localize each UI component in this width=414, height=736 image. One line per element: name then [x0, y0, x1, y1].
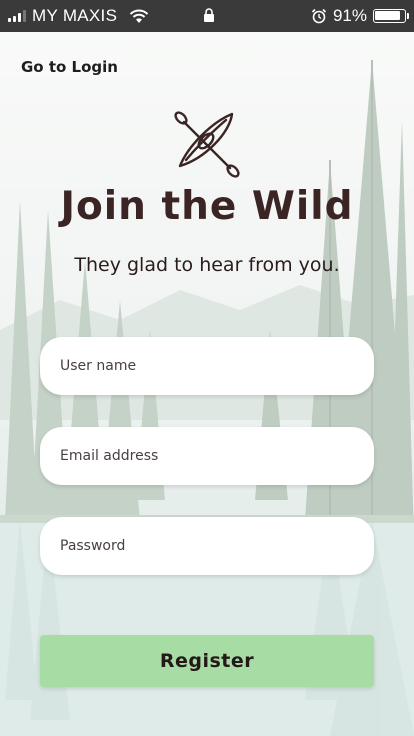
status-bar: MY MAXIS 91% — [0, 0, 414, 32]
page-title: Join the Wild — [60, 184, 354, 229]
lock-icon — [204, 8, 214, 22]
battery-level-fill — [375, 11, 401, 20]
status-bar-left: MY MAXIS — [8, 0, 149, 32]
register-screen: MY MAXIS 91% Go to Login Join the Wild T… — [0, 0, 414, 736]
go-to-login-link[interactable]: Go to Login — [21, 58, 118, 76]
page-subtitle: They glad to hear from you. — [74, 254, 340, 276]
battery-icon — [373, 9, 409, 23]
register-button[interactable]: Register — [40, 635, 374, 687]
wifi-icon — [130, 9, 149, 23]
carrier-name: MY MAXIS — [32, 6, 118, 25]
email-input[interactable] — [40, 427, 374, 485]
status-bar-right: 91% — [311, 0, 409, 32]
kayak-paddle-icon — [174, 111, 240, 178]
username-input[interactable] — [40, 337, 374, 395]
battery-percentage: 91% — [332, 6, 367, 25]
signal-icon — [8, 10, 26, 22]
alarm-icon — [311, 8, 327, 24]
password-input[interactable] — [40, 517, 374, 575]
